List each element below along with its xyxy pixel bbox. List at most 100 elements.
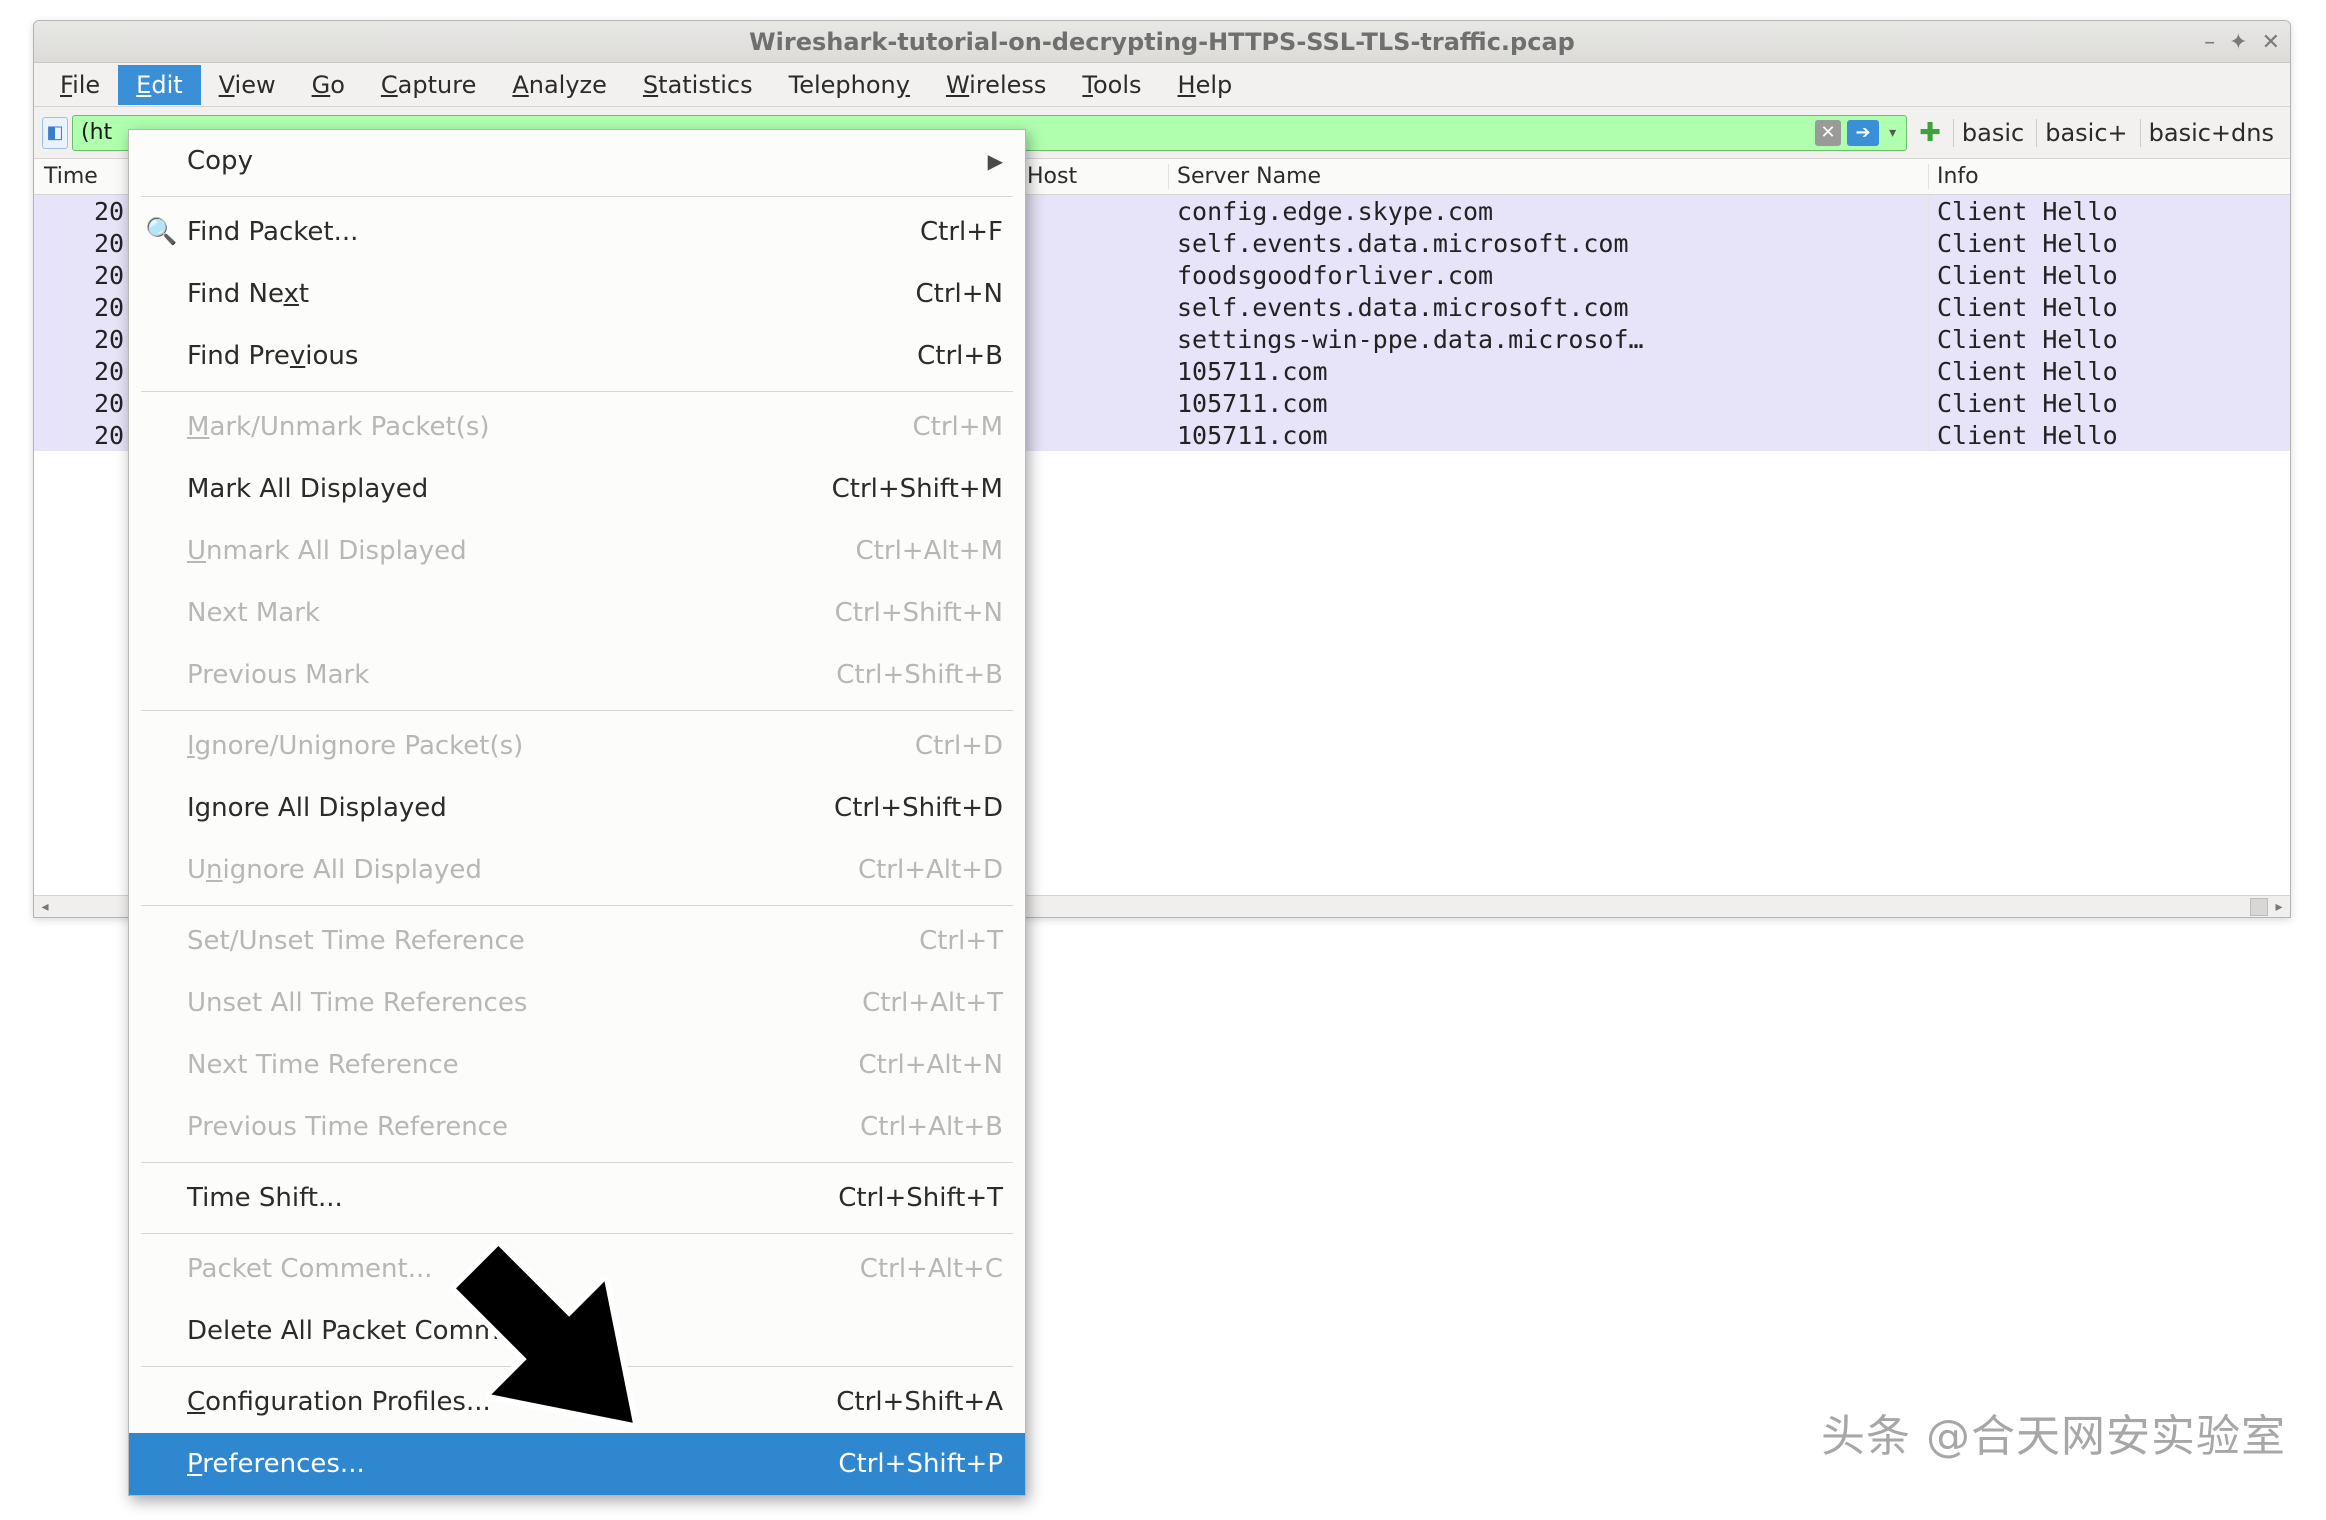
add-filter-icon[interactable]: ✚ (1911, 118, 1949, 148)
menubar: File Edit View Go Capture Analyze Statis… (34, 63, 2290, 107)
filter-preset-basic-plus[interactable]: basic+ (2036, 119, 2135, 147)
menu-item-label: Copy (187, 146, 988, 176)
menu-item-copy[interactable]: Copy▶ (129, 130, 1025, 192)
menu-go[interactable]: Go (294, 65, 363, 105)
menu-help[interactable]: Help (1160, 65, 1251, 105)
menu-item-label: Mark/Unmark Packet(s) (187, 412, 913, 442)
col-header-host[interactable]: Host (1019, 164, 1169, 189)
menu-item-preferences[interactable]: Preferences...Ctrl+Shift+P (129, 1433, 1025, 1495)
menu-separator (141, 391, 1013, 392)
menu-view[interactable]: View (201, 65, 294, 105)
filter-preset-basic-dns[interactable]: basic+dns (2140, 119, 2282, 147)
menu-item-label: Delete All Packet Comments (187, 1316, 1003, 1346)
menu-file[interactable]: File (42, 65, 118, 105)
filter-preset-basic[interactable]: basic (1953, 119, 2032, 147)
menu-item-accel: Ctrl+F (920, 217, 1003, 247)
search-icon: 🔍 (145, 217, 175, 247)
titlebar-controls: – ✦ ✕ (2204, 21, 2280, 63)
menu-analyze[interactable]: Analyze (494, 65, 625, 105)
submenu-arrow-icon: ▶ (988, 149, 1003, 173)
menu-item-time-shift[interactable]: Time Shift...Ctrl+Shift+T (129, 1167, 1025, 1229)
close-icon[interactable]: ✕ (2262, 30, 2280, 55)
menu-item-accel: Ctrl+N (916, 279, 1004, 309)
menu-item-find-previous[interactable]: Find PreviousCtrl+B (129, 325, 1025, 387)
scroll-thumb[interactable] (2250, 898, 2268, 916)
menu-item-ignore-all-displayed[interactable]: Ignore All DisplayedCtrl+Shift+D (129, 777, 1025, 839)
menu-item-label: Previous Mark (187, 660, 836, 690)
window-title: Wireshark-tutorial-on-decrypting-HTTPS-S… (749, 28, 1575, 56)
menu-item-accel: Ctrl+Alt+D (858, 855, 1003, 885)
menu-separator (141, 905, 1013, 906)
menu-wireless[interactable]: Wireless (928, 65, 1064, 105)
menu-item-previous-time-reference: Previous Time ReferenceCtrl+Alt+B (129, 1096, 1025, 1158)
filter-apply-icon[interactable]: ➔ (1847, 120, 1879, 146)
menu-item-accel: Ctrl+Alt+M (856, 536, 1003, 566)
menu-item-find-packet[interactable]: 🔍 Find Packet...Ctrl+F (129, 201, 1025, 263)
menu-item-label: Find Next (187, 279, 916, 309)
edit-menu-dropdown: Copy▶🔍Find Packet...Ctrl+FFind NextCtrl+… (128, 129, 1026, 1496)
menu-item-accel: Ctrl+D (915, 731, 1003, 761)
menu-item-mark-unmark-packet-s: Mark/Unmark Packet(s)Ctrl+M (129, 396, 1025, 458)
menu-item-packet-comment: Packet Comment...Ctrl+Alt+C (129, 1238, 1025, 1300)
menu-separator (141, 196, 1013, 197)
menu-item-accel: Ctrl+Shift+D (834, 793, 1003, 823)
menu-separator (141, 1233, 1013, 1234)
menu-item-label: Find Packet... (187, 217, 920, 247)
menu-item-configuration-profiles[interactable]: Configuration Profiles...Ctrl+Shift+A (129, 1371, 1025, 1433)
menu-item-accel: Ctrl+Shift+A (836, 1387, 1003, 1417)
menu-item-label: Set/Unset Time Reference (187, 926, 919, 956)
menu-item-previous-mark: Previous MarkCtrl+Shift+B (129, 644, 1025, 706)
scroll-right-icon[interactable]: ▸ (2268, 896, 2290, 918)
menu-item-accel: Ctrl+Alt+B (860, 1112, 1003, 1142)
menu-item-label: Next Time Reference (187, 1050, 859, 1080)
menu-statistics[interactable]: Statistics (625, 65, 771, 105)
filter-dropdown-icon[interactable]: ▾ (1885, 125, 1900, 141)
titlebar: Wireshark-tutorial-on-decrypting-HTTPS-S… (34, 21, 2290, 63)
menu-item-unignore-all-displayed: Unignore All DisplayedCtrl+Alt+D (129, 839, 1025, 901)
menu-item-ignore-unignore-packet-s: Ignore/Unignore Packet(s)Ctrl+D (129, 715, 1025, 777)
filter-clear-icon[interactable]: ✕ (1815, 120, 1841, 146)
menu-item-label: Unmark All Displayed (187, 536, 856, 566)
menu-item-label: Previous Time Reference (187, 1112, 860, 1142)
menu-item-label: Configuration Profiles... (187, 1387, 836, 1417)
menu-item-unmark-all-displayed: Unmark All DisplayedCtrl+Alt+M (129, 520, 1025, 582)
bookmark-icon[interactable]: ◧ (42, 117, 68, 149)
menu-item-label: Preferences... (187, 1449, 838, 1479)
col-header-info[interactable]: Info (1929, 164, 2290, 189)
menu-item-label: Unset All Time References (187, 988, 862, 1018)
menu-item-label: Ignore All Displayed (187, 793, 834, 823)
menu-item-unset-all-time-references: Unset All Time ReferencesCtrl+Alt+T (129, 972, 1025, 1034)
menu-item-label: Next Mark (187, 598, 835, 628)
menu-item-label: Time Shift... (187, 1183, 838, 1213)
menu-item-label: Mark All Displayed (187, 474, 832, 504)
menu-item-label: Packet Comment... (187, 1254, 860, 1284)
menu-item-accel: Ctrl+Alt+C (860, 1254, 1003, 1284)
watermark-text: 头条 @合天网安实验室 (1821, 1400, 2286, 1464)
menu-item-delete-all-packet-comments[interactable]: Delete All Packet Comments (129, 1300, 1025, 1362)
menu-capture[interactable]: Capture (363, 65, 494, 105)
maximize-icon[interactable]: ✦ (2229, 30, 2247, 55)
minimize-icon[interactable]: – (2204, 30, 2215, 55)
menu-item-accel: Ctrl+Shift+M (832, 474, 1003, 504)
menu-item-accel: Ctrl+T (919, 926, 1003, 956)
menu-item-label: Ignore/Unignore Packet(s) (187, 731, 915, 761)
menu-item-set-unset-time-reference: Set/Unset Time ReferenceCtrl+T (129, 910, 1025, 972)
menu-edit[interactable]: Edit (118, 65, 200, 105)
scroll-left-icon[interactable]: ◂ (34, 896, 56, 918)
menu-item-next-mark: Next MarkCtrl+Shift+N (129, 582, 1025, 644)
col-header-server[interactable]: Server Name (1169, 164, 1929, 189)
menu-telephony[interactable]: Telephony (771, 65, 928, 105)
menu-item-label: Unignore All Displayed (187, 855, 858, 885)
menu-tools[interactable]: Tools (1064, 65, 1159, 105)
menu-item-accel: Ctrl+B (917, 341, 1003, 371)
menu-item-accel: Ctrl+Shift+B (836, 660, 1003, 690)
menu-item-find-next[interactable]: Find NextCtrl+N (129, 263, 1025, 325)
menu-item-label: Find Previous (187, 341, 917, 371)
menu-item-mark-all-displayed[interactable]: Mark All DisplayedCtrl+Shift+M (129, 458, 1025, 520)
menu-item-next-time-reference: Next Time ReferenceCtrl+Alt+N (129, 1034, 1025, 1096)
menu-item-accel: Ctrl+Alt+N (859, 1050, 1004, 1080)
menu-separator (141, 1162, 1013, 1163)
menu-item-accel: Ctrl+Alt+T (862, 988, 1003, 1018)
menu-separator (141, 1366, 1013, 1367)
menu-item-accel: Ctrl+Shift+P (838, 1449, 1003, 1479)
